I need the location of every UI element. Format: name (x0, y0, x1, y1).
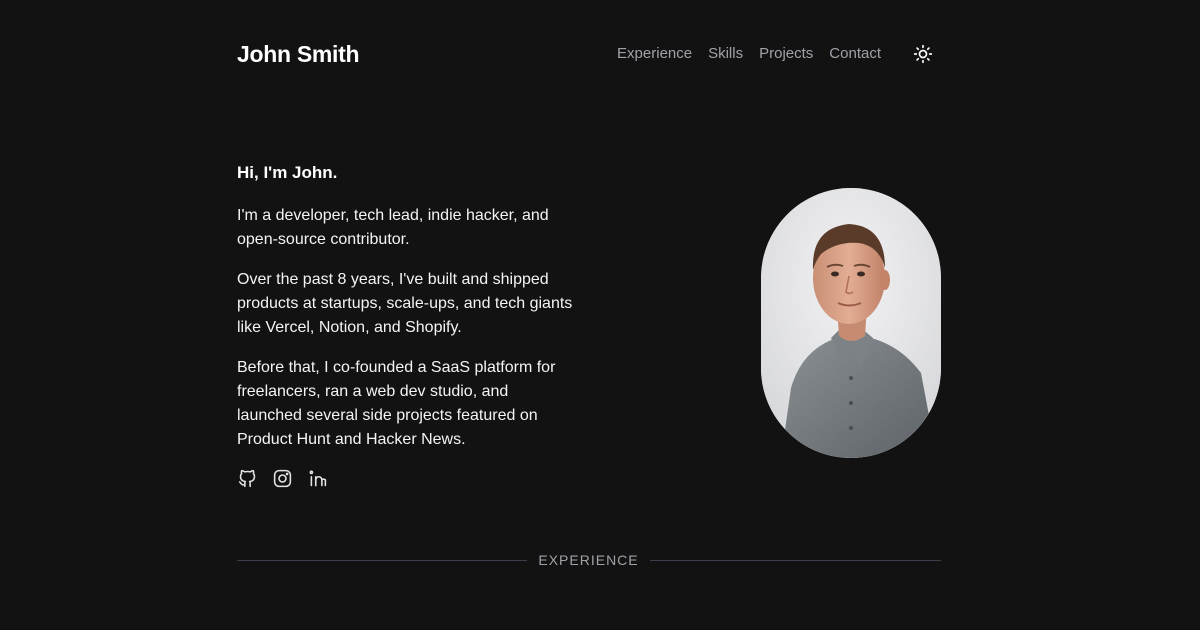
divider-line-right (650, 560, 941, 561)
instagram-icon (273, 469, 292, 488)
instagram-link[interactable] (272, 468, 293, 489)
linkedin-icon (309, 470, 327, 487)
profile-portrait (761, 188, 941, 458)
social-links (237, 468, 577, 489)
page: John Smith Experience Skills Projects Co… (0, 0, 1200, 630)
hero-greeting: Hi, I'm John. (237, 163, 338, 182)
experience-section-label: EXPERIENCE (538, 552, 639, 568)
github-link[interactable] (237, 468, 258, 489)
nav-link-skills[interactable]: Skills (708, 38, 743, 70)
nav-link-projects[interactable]: Projects (759, 38, 813, 70)
hero-paragraph-intro: I'm a developer, tech lead, indie hacker… (237, 207, 549, 248)
nav-link-contact[interactable]: Contact (829, 38, 881, 70)
divider-line-left (237, 560, 527, 561)
main-nav: Experience Skills Projects Contact (617, 38, 881, 70)
hero-paragraph-background: Before that, I co-founded a SaaS platfor… (237, 359, 556, 448)
nav-link-experience[interactable]: Experience (617, 38, 692, 70)
theme-toggle-button[interactable] (913, 44, 933, 64)
github-icon (238, 469, 256, 488)
portrait-photo (761, 188, 941, 458)
sun-icon (913, 44, 933, 64)
hero-section: Hi, I'm John. I'm a developer, tech lead… (237, 160, 577, 489)
site-header: John Smith Experience Skills Projects Co… (237, 38, 941, 70)
experience-section-divider: EXPERIENCE (237, 550, 941, 570)
hero-paragraph-experience: Over the past 8 years, I've built and sh… (237, 271, 573, 336)
linkedin-link[interactable] (307, 468, 328, 489)
site-brand[interactable]: John Smith (237, 38, 360, 70)
